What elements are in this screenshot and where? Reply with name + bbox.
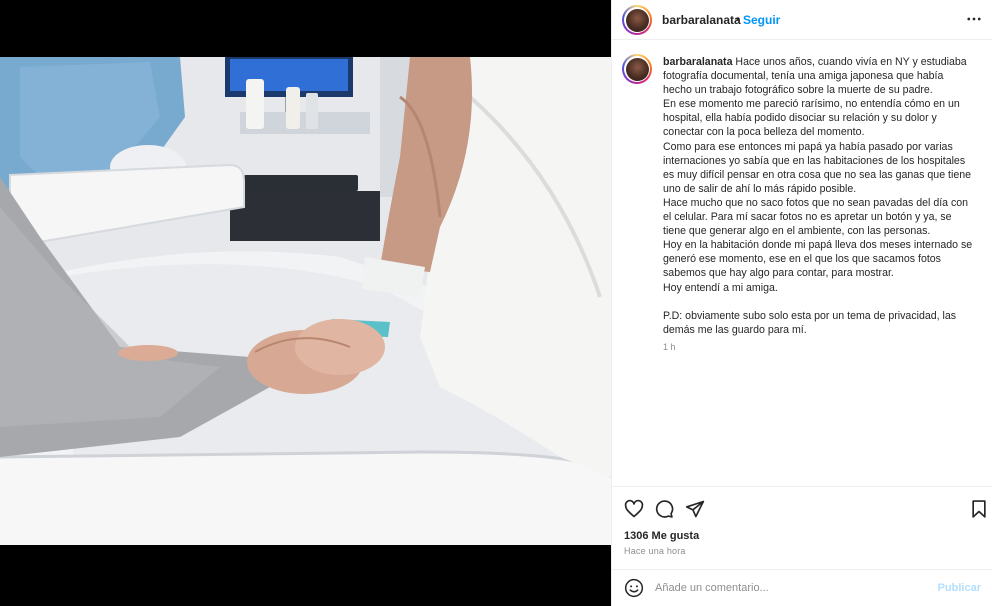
caption-time: 1 h <box>663 342 676 352</box>
hospital-hands-photo <box>0 57 611 545</box>
caption-area: barbaralanata Hace unos años, cuando viv… <box>612 40 992 486</box>
caption-username[interactable]: barbaralanata <box>663 56 732 68</box>
share-paper-plane-icon[interactable] <box>685 499 705 519</box>
post-header: barbaralanata • Seguir <box>612 0 992 40</box>
caption-text: barbaralanata Hace unos años, cuando viv… <box>663 55 973 337</box>
caption-body: Hace unos años, cuando vivía en NY y est… <box>663 56 973 336</box>
save-bookmark-icon[interactable] <box>969 499 989 519</box>
emoji-smiley-icon[interactable] <box>624 578 644 598</box>
post-age: Hace una hora <box>624 546 686 556</box>
follow-button[interactable]: Seguir <box>743 13 780 27</box>
separator-dot: • <box>736 12 741 26</box>
author-avatar[interactable] <box>622 5 652 35</box>
post-panel: barbaralanata • Seguir barbaralanata Hac… <box>611 0 992 606</box>
comment-bubble-icon[interactable] <box>654 499 674 519</box>
author-username[interactable]: barbaralanata <box>662 13 741 27</box>
publish-button[interactable]: Publicar <box>938 582 981 594</box>
comment-box: Publicar <box>612 569 992 606</box>
more-options-icon[interactable] <box>965 10 983 33</box>
comment-input[interactable] <box>655 576 935 600</box>
caption-avatar[interactable] <box>622 54 652 84</box>
post-media <box>0 0 611 606</box>
likes-count[interactable]: 1306 Me gusta <box>624 530 699 542</box>
like-heart-icon[interactable] <box>624 499 644 519</box>
post-photo[interactable] <box>0 57 611 545</box>
